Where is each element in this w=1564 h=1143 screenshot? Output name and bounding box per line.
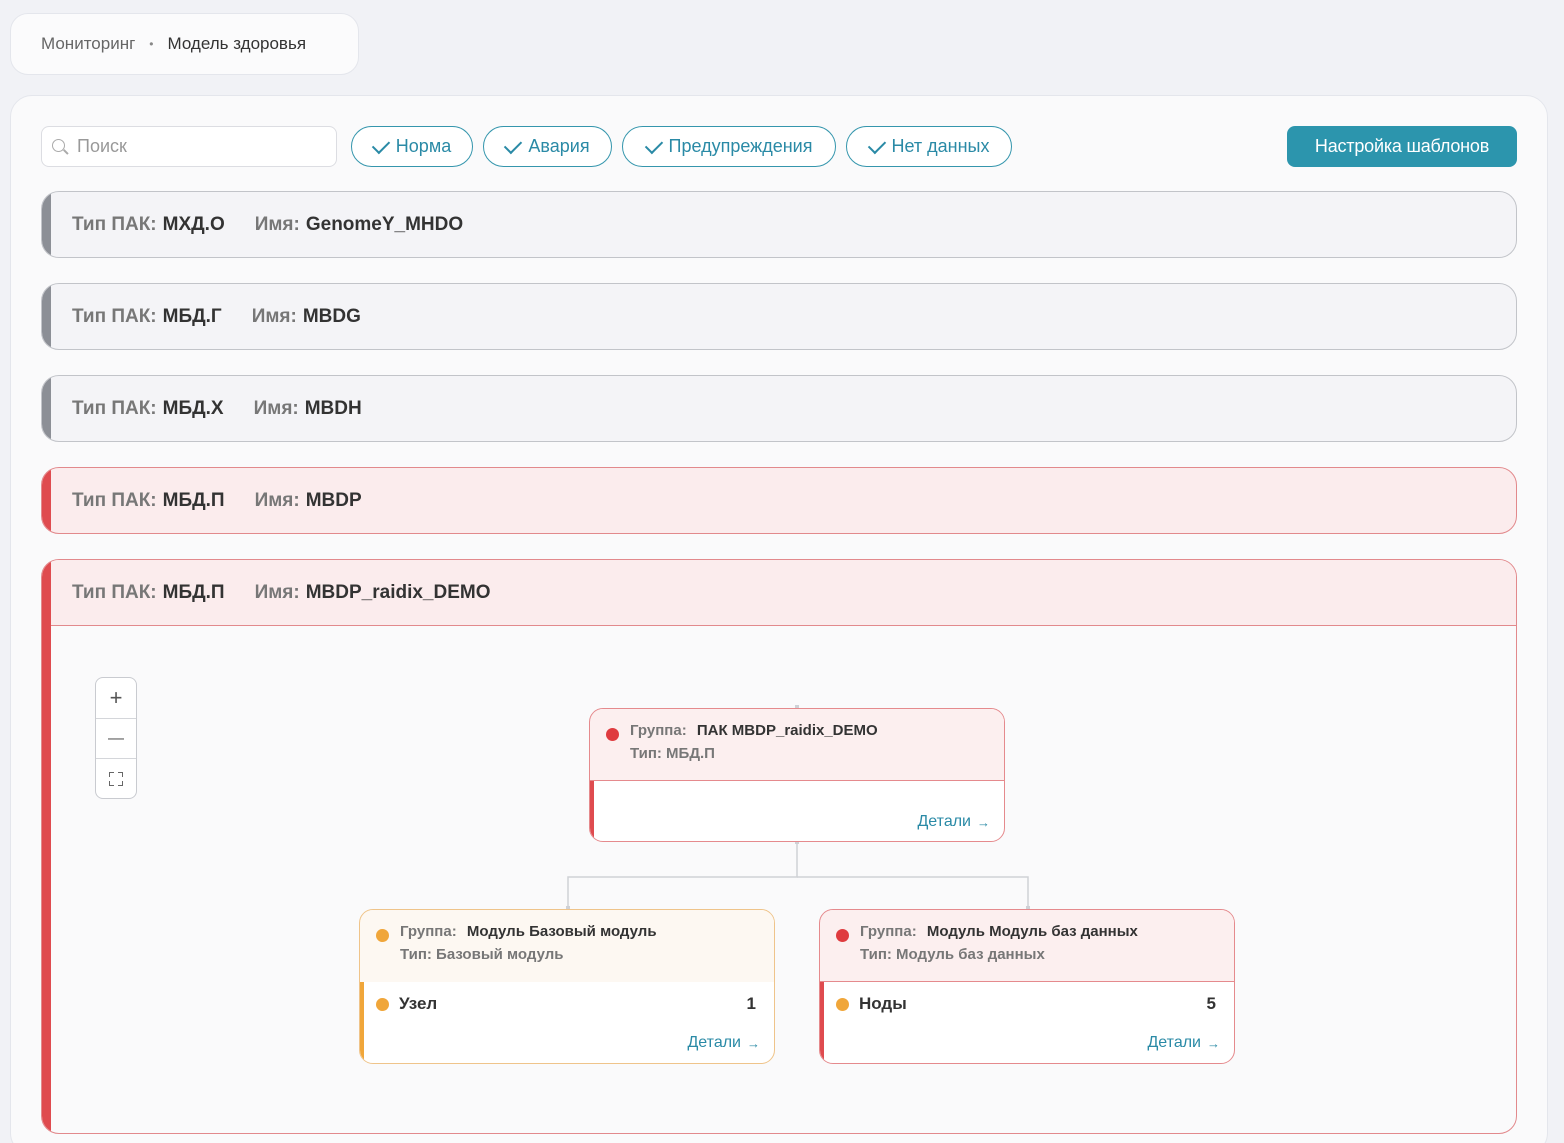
node-group-label: Группа: <box>400 923 457 940</box>
device-name-label: Имя: <box>253 397 299 419</box>
check-icon <box>371 135 390 154</box>
device-name-label: Имя: <box>254 213 300 235</box>
filter-warnings-label: Предупреждения <box>668 136 813 156</box>
connector-root-to-base <box>567 842 798 910</box>
device-type-value: МБД.П <box>162 489 225 511</box>
filter-norm-label: Норма <box>395 136 452 156</box>
device-name-value: GenomeY_MHDO <box>305 213 464 235</box>
graph-node-db-module[interactable]: Группа: Модуль Модуль баз данных Тип: Мо… <box>819 909 1235 1064</box>
filter-warnings[interactable]: Предупреждения <box>622 126 836 167</box>
device-row[interactable]: Тип ПАК: МБД.Г Имя: MBDG <box>41 283 1517 350</box>
node-type-line: Тип: МБД.П <box>630 745 1004 762</box>
node-group-line: Группа: Модуль Базовый модуль <box>400 923 774 940</box>
graph-node-base-module[interactable]: Группа: Модуль Базовый модуль Тип: Базов… <box>359 909 775 1064</box>
device-type-label: Тип ПАК: <box>72 305 157 327</box>
node-group-value: ПАК MBDP_raidix_DEMO <box>696 722 878 739</box>
device-row-header: Тип ПАК: МХД.О Имя: GenomeY_MHDO <box>72 192 463 257</box>
node-group-label: Группа: <box>860 923 917 940</box>
node-group-line: Группа: Модуль Модуль баз данных <box>860 923 1234 940</box>
node-group-line: Группа: ПАК MBDP_raidix_DEMO <box>630 722 1004 739</box>
arrow-right-icon: → <box>977 814 990 830</box>
breadcrumb-current: Модель здоровья <box>167 34 307 53</box>
device-type-label: Тип ПАК: <box>72 489 157 511</box>
node-metric: Ноды 5 <box>836 994 1216 1014</box>
node-header: Группа: Модуль Базовый модуль Тип: Базов… <box>360 910 774 982</box>
node-type-label: Тип: <box>860 946 892 963</box>
device-type-label: Тип ПАК: <box>72 397 157 419</box>
graph-connectors <box>566 705 1030 1064</box>
node-type-line: Тип: Базовый модуль <box>400 946 774 963</box>
node-group-label: Группа: <box>630 722 687 739</box>
details-label: Детали <box>917 813 971 830</box>
alarm-status-dot <box>606 728 619 741</box>
node-group-value: Модуль Модуль баз данных <box>926 923 1138 940</box>
device-row-header: Тип ПАК: МБД.Х Имя: MBDH <box>72 376 362 441</box>
device-row[interactable]: Тип ПАК: МБД.П Имя: MBDP <box>41 467 1517 534</box>
warning-status-dot <box>376 997 389 1011</box>
node-type-value: МБД.П <box>666 745 715 762</box>
details-label: Детали <box>1147 1034 1201 1051</box>
health-model-panel: Норма Авария Предупреждения Нет данных Н… <box>10 95 1548 1143</box>
filter-alarm-label: Авария <box>528 136 590 156</box>
template-settings-button[interactable]: Настройка шаблонов <box>1287 126 1517 167</box>
node-metric: Узел 1 <box>376 994 756 1014</box>
device-row-expanded: Тип ПАК: МБД.П Имя: MBDP_raidix_DEMO + — <box>41 559 1517 1134</box>
device-name-label: Имя: <box>251 305 297 327</box>
node-type-label: Тип: <box>630 745 662 762</box>
device-name-label: Имя: <box>254 489 300 511</box>
search-icon <box>51 138 69 156</box>
metric-value: 1 <box>746 994 756 1013</box>
device-row[interactable]: Тип ПАК: МХД.О Имя: GenomeY_MHDO <box>41 191 1517 258</box>
device-type-label: Тип ПАК: <box>72 213 157 235</box>
check-icon <box>867 135 886 154</box>
device-name-value: MBDG <box>302 305 361 327</box>
arrow-right-icon: → <box>747 1035 760 1051</box>
graph-node-root[interactable]: Группа: ПАК MBDP_raidix_DEMO Тип: МБД.П … <box>589 708 1005 842</box>
device-name-value: MBDP <box>305 489 362 511</box>
filter-alarm[interactable]: Авария <box>483 126 612 167</box>
warning-status-dot <box>376 929 389 942</box>
alarm-status-dot <box>836 929 849 942</box>
check-icon <box>504 135 523 154</box>
details-link[interactable]: Детали → <box>1147 1034 1220 1052</box>
details-link[interactable]: Детали → <box>687 1034 760 1052</box>
device-type-value: МБД.Х <box>162 397 224 419</box>
filter-no-data-label: Нет данных <box>891 136 990 156</box>
device-row-header: Тип ПАК: МБД.Г Имя: MBDG <box>72 284 361 349</box>
node-body: Узел 1 Детали → <box>360 982 774 1063</box>
check-icon <box>644 135 663 154</box>
search-box[interactable] <box>41 126 337 167</box>
connector-root-to-db <box>797 876 1029 910</box>
node-body: Ноды 5 Детали → <box>820 982 1234 1063</box>
breadcrumb-monitoring[interactable]: Мониторинг <box>41 34 135 54</box>
node-type-value: Модуль баз данных <box>896 946 1045 963</box>
node-group-value: Модуль Базовый модуль <box>466 923 657 940</box>
breadcrumb: Мониторинг • Модель здоровья <box>10 13 359 75</box>
breadcrumb-separator: • <box>149 37 154 51</box>
device-row-header: Тип ПАК: МБД.П Имя: MBDP <box>72 468 362 533</box>
node-type-label: Тип: <box>400 946 432 963</box>
device-type-value: МХД.О <box>162 213 225 235</box>
details-label: Детали <box>687 1034 741 1051</box>
metric-value: 5 <box>1206 994 1216 1013</box>
filter-no-data[interactable]: Нет данных <box>846 126 1012 167</box>
node-type-value: Базовый модуль <box>436 946 564 963</box>
metric-name: Узел <box>399 994 438 1013</box>
device-name-value: MBDH <box>304 397 362 419</box>
device-row[interactable]: Тип ПАК: МБД.Х Имя: MBDH <box>41 375 1517 442</box>
details-link[interactable]: Детали → <box>917 813 990 831</box>
device-type-value: МБД.Г <box>162 305 222 327</box>
node-body: Детали → <box>590 781 1004 841</box>
node-header: Группа: Модуль Модуль баз данных Тип: Мо… <box>820 910 1234 982</box>
node-header: Группа: ПАК MBDP_raidix_DEMO Тип: МБД.П <box>590 709 1004 781</box>
search-input[interactable] <box>77 136 317 157</box>
filter-norm[interactable]: Норма <box>351 126 473 167</box>
metric-name: Ноды <box>859 994 907 1013</box>
node-type-line: Тип: Модуль баз данных <box>860 946 1234 963</box>
warning-status-dot <box>836 997 849 1011</box>
arrow-right-icon: → <box>1207 1035 1220 1051</box>
